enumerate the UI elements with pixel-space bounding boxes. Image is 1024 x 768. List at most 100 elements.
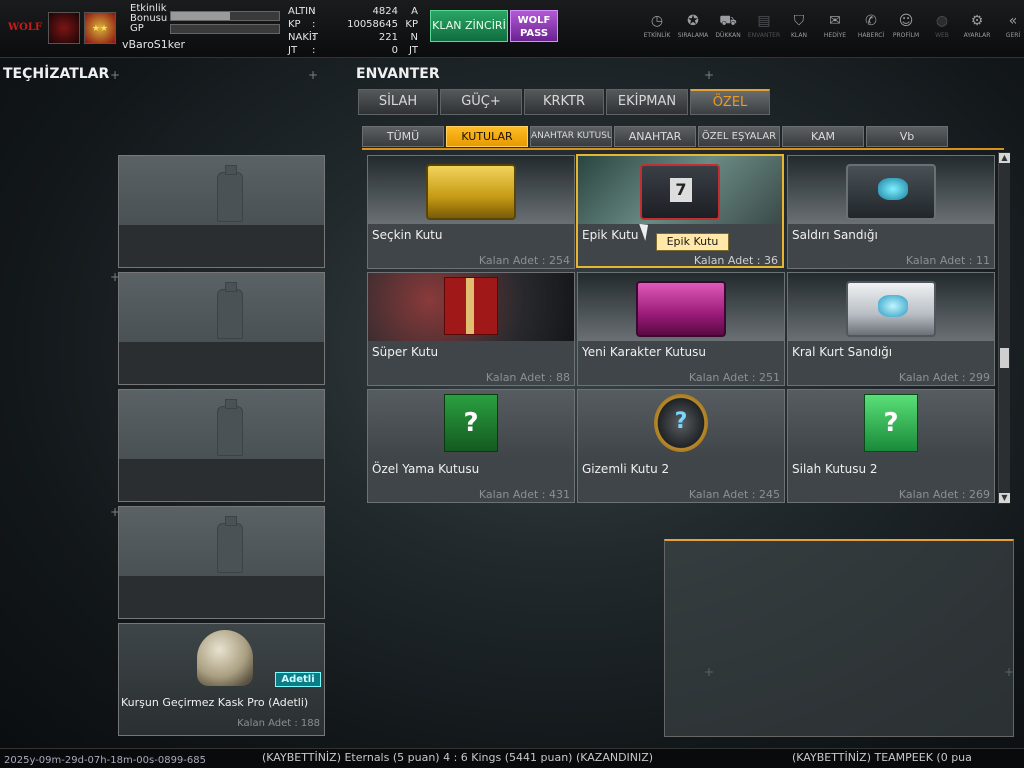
green-gift-icon: ? <box>444 394 498 452</box>
nav-geri̇[interactable]: « GERİ <box>996 12 1024 39</box>
inventory-item[interactable]: ? Gizemli Kutu 2 Kalan Adet : 245 <box>577 389 785 503</box>
nav-label: SIRALAMA <box>677 32 709 39</box>
inventory-item[interactable]: Saldırı Sandığı Kalan Adet : 11 <box>787 155 995 269</box>
scroll-up-icon[interactable]: ▲ <box>999 153 1010 163</box>
item-count: Kalan Adet : 269 <box>898 488 990 501</box>
subtab-kam[interactable]: KAM <box>782 126 864 147</box>
item-count: Kalan Adet : 245 <box>688 488 780 501</box>
equipment-slot-empty[interactable] <box>118 155 325 268</box>
subtab-vb[interactable]: Vb <box>866 126 948 147</box>
nav-label: HABERCİ <box>857 32 885 39</box>
grid-plus-marker: + <box>308 68 319 82</box>
item-image <box>788 156 994 224</box>
ticker-text-right: (KAYBETTİNİZ) TEAMPEEK (0 pua <box>792 751 972 764</box>
wolf-pass-button[interactable]: WOLF PASS <box>510 10 558 42</box>
item-name: Kral Kurt Sandığı <box>792 345 893 359</box>
nav-ayarlar[interactable]: ⚙ AYARLAR <box>960 12 994 39</box>
nav-profi̇lm[interactable]: ☺ PROFİLM <box>889 12 923 39</box>
username: vBaroS1ker <box>122 38 186 51</box>
nav-web[interactable]: ◍ WEB <box>925 12 959 39</box>
gp-label: GP <box>130 23 144 34</box>
silver-chest-icon <box>846 281 936 337</box>
item-image <box>368 156 574 224</box>
equipment-slot-helmet[interactable]: Adetli Kurşun Geçirmez Kask Pro (Adetli)… <box>118 623 325 736</box>
tab-krktr[interactable]: KRKTR <box>524 89 604 115</box>
nav-siralama[interactable]: ✪ SIRALAMA <box>676 12 710 39</box>
grenade-slot-icon <box>217 282 243 339</box>
game-logo: WOLF <box>7 22 43 33</box>
item-count: Kalan Adet : 254 <box>478 254 570 267</box>
event-bonus-label: Etkinlik Bonusu <box>130 3 168 24</box>
subtab-tumu[interactable]: TÜMÜ <box>362 126 444 147</box>
nav-etki̇nli̇k[interactable]: ◷ ETKİNLİK <box>640 12 674 39</box>
currency-colon: : <box>312 19 316 30</box>
item-image: ? <box>368 390 574 458</box>
nav-haberci̇[interactable]: ✆ HABERCİ <box>854 12 888 39</box>
currency-value: 4824 <box>372 6 398 17</box>
profile-icon: ☺ <box>898 13 914 29</box>
item-image: ? <box>578 390 784 458</box>
inventory-icon: ▤ <box>757 13 771 29</box>
nav-klan[interactable]: ⛉ KLAN <box>782 12 816 39</box>
inventory-item[interactable]: ? Silah Kutusu 2 Kalan Adet : 269 <box>787 389 995 503</box>
inventory-item[interactable]: ? Özel Yama Kutusu Kalan Adet : 431 <box>367 389 575 503</box>
equipment-slot-empty[interactable] <box>118 389 325 502</box>
wolf-emblem-icon <box>878 295 908 317</box>
tab-ozel[interactable]: ÖZEL <box>690 89 770 115</box>
subtab-anahtar-kutusu[interactable]: ANAHTAR KUTUSU <box>530 126 612 147</box>
green-cube-icon: ? <box>864 394 918 452</box>
equipment-slot-empty[interactable] <box>118 272 325 385</box>
nav-label: ENVANTER <box>747 32 781 39</box>
item-name: Özel Yama Kutusu <box>372 462 480 476</box>
mystery-box-icon: ? <box>654 394 708 452</box>
tab-silah[interactable]: SİLAH <box>358 89 438 115</box>
item-tooltip: Epik Kutu <box>656 233 729 251</box>
item-count: Kalan Adet : 36 <box>693 254 778 267</box>
inventory-item[interactable]: Seçkin Kutu Kalan Adet : 254 <box>367 155 575 269</box>
scroll-down-icon[interactable]: ▼ <box>999 493 1010 503</box>
top-bar: WOLF ★★ Etkinlik Bonusu GP vBaroS1ker AL… <box>0 0 1024 58</box>
nav-envanter[interactable]: ▤ ENVANTER <box>747 12 781 39</box>
equipment-title: TEÇHİZATLAR <box>3 66 110 82</box>
currency-kp: KP: 10058645 KP <box>288 19 420 30</box>
grid-plus-marker: + <box>704 68 715 82</box>
equipment-slot-empty[interactable] <box>118 506 325 619</box>
inventory-item[interactable]: Kral Kurt Sandığı Kalan Adet : 299 <box>787 272 995 386</box>
inventory-scrollbar[interactable]: ▲ ▼ <box>998 152 1010 504</box>
equipped-item-count: Kalan Adet : 188 <box>237 718 320 729</box>
klan-chain-button[interactable]: KLAN ZİNCİRİ <box>430 10 508 42</box>
currency-unit: KP <box>405 19 418 30</box>
tab-guc[interactable]: GÜÇ+ <box>440 89 522 115</box>
subtab-ozel-esyalar[interactable]: ÖZEL EŞYALAR <box>698 126 780 147</box>
nav-label: HEDİYE <box>823 32 847 39</box>
currency-altin: ALTIN: 4824 A <box>288 6 420 17</box>
inventory-item[interactable]: Süper Kutu Kalan Adet : 88 <box>367 272 575 386</box>
item-name: Saldırı Sandığı <box>792 228 878 242</box>
subtab-anahtar[interactable]: ANAHTAR <box>614 126 696 147</box>
event-bonus-fill <box>171 12 231 20</box>
nav-hedi̇ye[interactable]: ✉ HEDİYE <box>818 12 852 39</box>
currency-value: 10058645 <box>347 19 398 30</box>
currency-value: 221 <box>378 32 398 43</box>
stopwatch-icon: ◷ <box>650 13 664 29</box>
scroll-thumb[interactable] <box>1000 348 1009 368</box>
globe-icon: ◍ <box>935 13 949 29</box>
item-image <box>788 273 994 341</box>
ticker-timestamp: 2025y-09m-29d-07h-18m-00s-0899-685 <box>4 755 206 766</box>
nav-label: PROFİLM <box>892 32 920 39</box>
dark-chest-icon <box>846 164 936 220</box>
gear-icon: ⚙ <box>970 13 984 29</box>
nav-dükkan[interactable]: ⛟ DÜKKAN <box>711 12 745 39</box>
currency-name: KP <box>288 19 301 30</box>
inventory-item[interactable]: Yeni Karakter Kutusu Kalan Adet : 251 <box>577 272 785 386</box>
nav-label: WEB <box>935 32 949 39</box>
grid-plus-marker: + <box>110 68 121 82</box>
ticker-text: (KAYBETTİNİZ) Eternals (5 puan) 4 : 6 Ki… <box>262 751 654 764</box>
adetli-badge: Adetli <box>275 672 321 687</box>
item-name: Gizemli Kutu 2 <box>582 462 670 476</box>
cart-icon: ⛟ <box>719 13 737 29</box>
subtab-kutular[interactable]: KUTULAR <box>446 126 528 147</box>
currency-colon: : <box>312 45 316 56</box>
item-count: Kalan Adet : 251 <box>688 371 780 384</box>
tab-ekipman[interactable]: EKİPMAN <box>606 89 688 115</box>
